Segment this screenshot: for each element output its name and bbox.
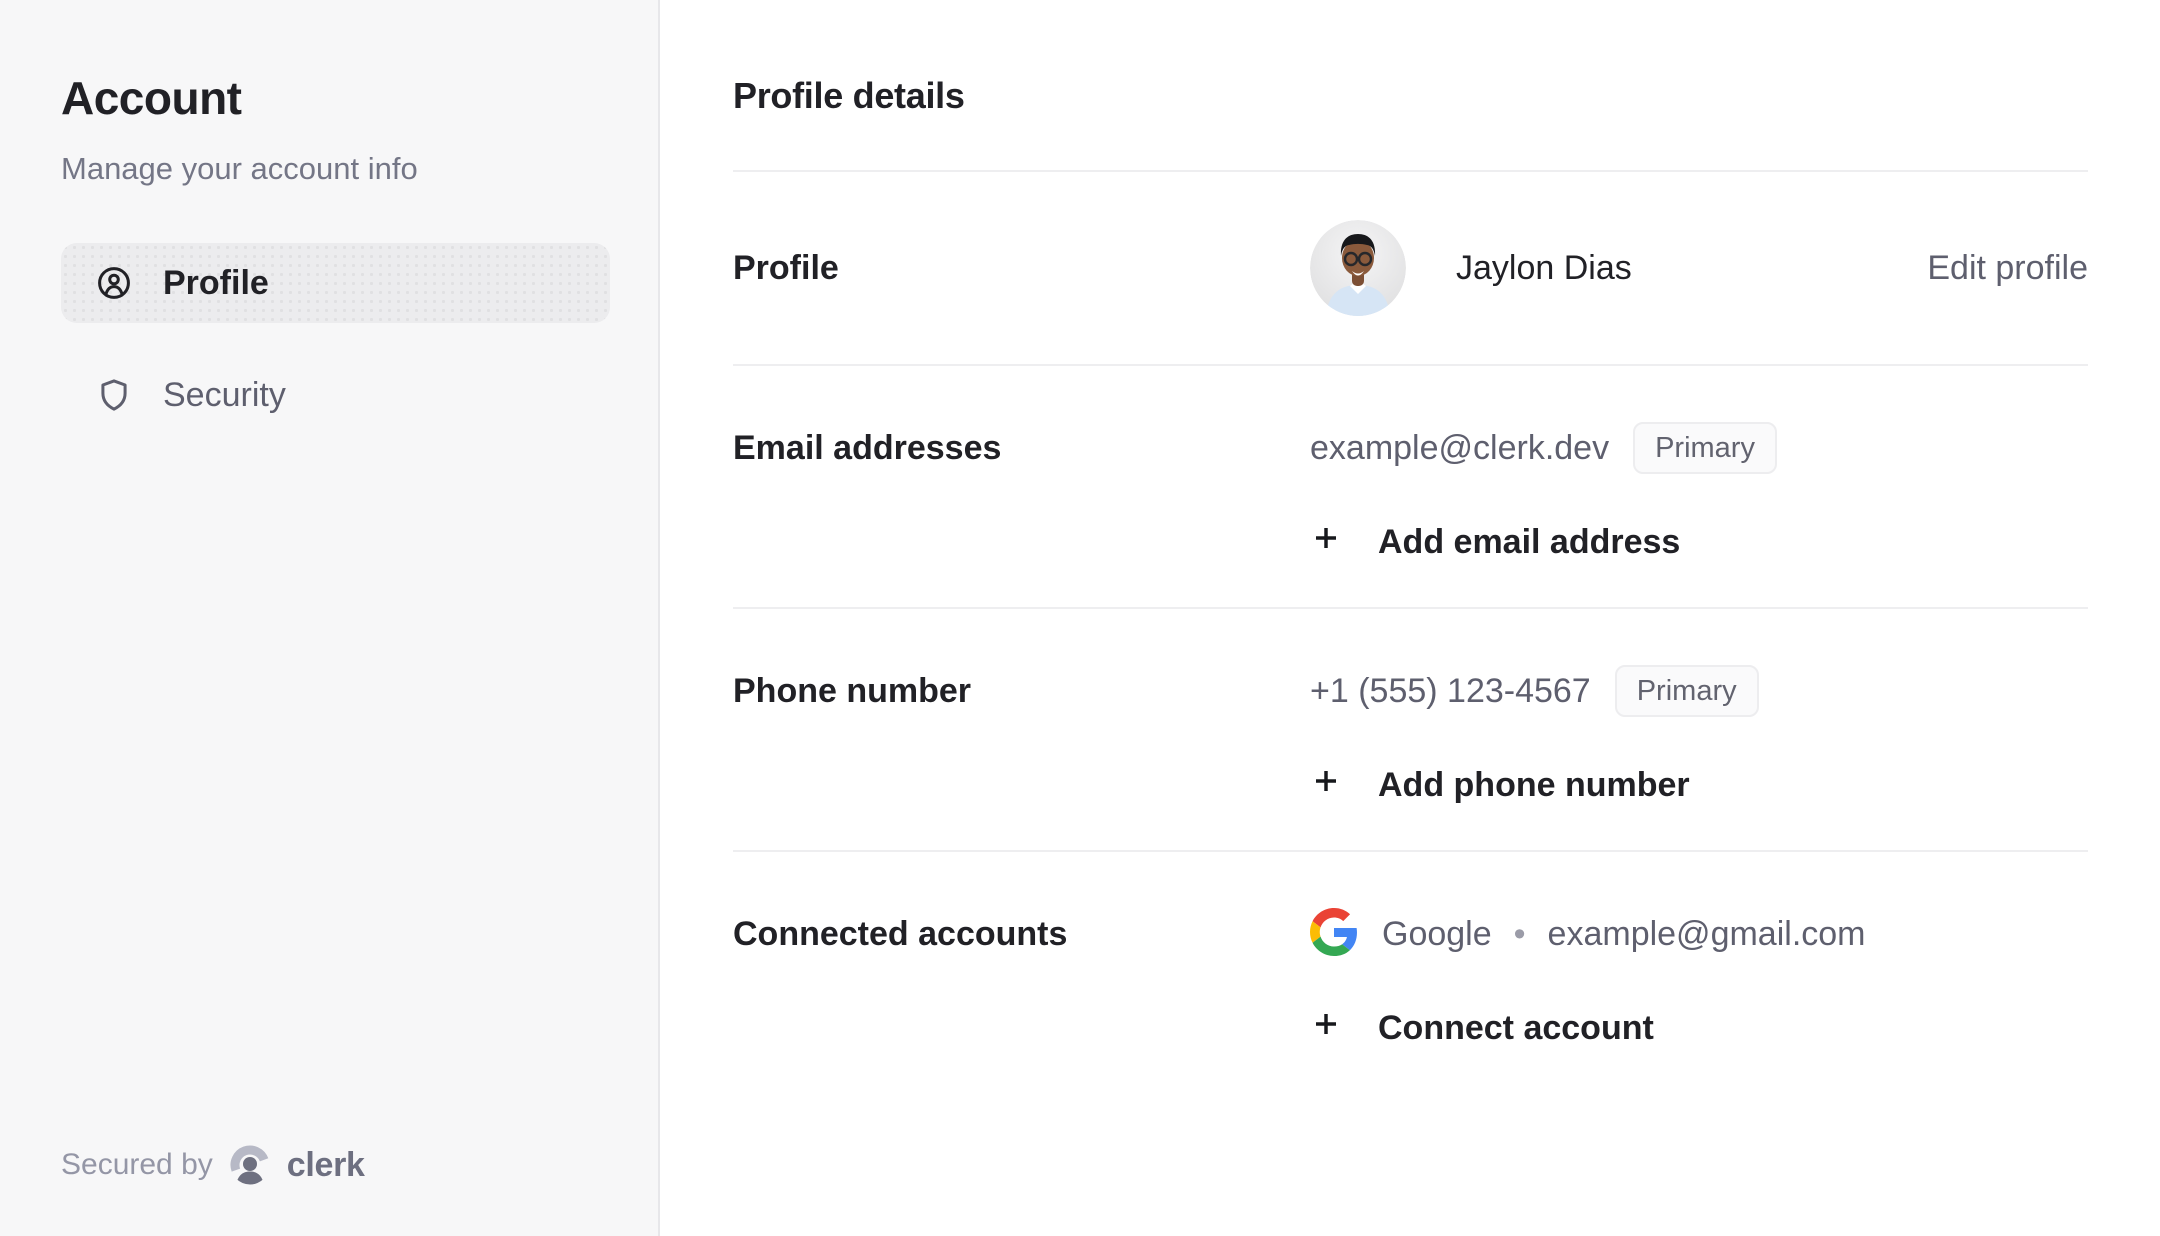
avatar	[1310, 220, 1406, 316]
google-icon	[1310, 908, 1358, 961]
sidebar: Account Manage your account info Profile	[0, 0, 660, 1236]
primary-badge: Primary	[1615, 665, 1759, 717]
connected-email: example@gmail.com	[1548, 915, 1866, 954]
sidebar-title: Account	[61, 72, 610, 125]
add-phone-number-button[interactable]: Add phone number	[1310, 765, 2088, 806]
sidebar-item-label: Profile	[163, 264, 269, 303]
primary-badge: Primary	[1633, 422, 1777, 474]
profile-row-label: Profile	[733, 240, 1310, 296]
connected-account-entry: Google • example@gmail.com	[1310, 906, 2088, 962]
connected-content: Google • example@gmail.com Connect accou…	[1310, 906, 2088, 1049]
phone-value: +1 (555) 123-4567	[1310, 663, 1591, 719]
account-page: Account Manage your account info Profile	[0, 0, 2160, 1236]
add-email-address-label: Add email address	[1378, 523, 1680, 562]
sidebar-nav: Profile Security	[61, 243, 610, 435]
connect-account-button[interactable]: Connect account	[1310, 1008, 2088, 1049]
profile-identity: Jaylon Dias	[1310, 220, 1927, 316]
sidebar-subtitle: Manage your account info	[61, 149, 610, 189]
connected-accounts-row: Connected accounts Google • example@gmai…	[733, 852, 2088, 1093]
secured-by-text: Secured by	[61, 1148, 213, 1182]
shield-icon	[95, 376, 133, 414]
profile-row: Profile	[733, 172, 2088, 366]
profile-name: Jaylon Dias	[1456, 249, 1632, 288]
connect-account-label: Connect account	[1378, 1009, 1654, 1048]
profile-details-panel: Profile details Profile	[660, 0, 2160, 1236]
plus-icon	[1310, 522, 1342, 563]
plus-icon	[1310, 765, 1342, 806]
email-addresses-row: Email addresses example@clerk.dev Primar…	[733, 366, 2088, 609]
edit-profile-button[interactable]: Edit profile	[1927, 249, 2088, 288]
clerk-logomark-icon	[229, 1144, 271, 1186]
secured-by-clerk: Secured by clerk	[61, 1144, 610, 1186]
provider-name: Google	[1382, 915, 1492, 954]
connected-row-label: Connected accounts	[733, 906, 1310, 962]
sidebar-item-security[interactable]: Security	[61, 355, 610, 435]
email-row-label: Email addresses	[733, 420, 1310, 476]
dot-separator: •	[1514, 915, 1526, 954]
plus-icon	[1310, 1008, 1342, 1049]
user-circle-icon	[95, 264, 133, 302]
phone-entry: +1 (555) 123-4567 Primary	[1310, 663, 2088, 719]
add-phone-number-label: Add phone number	[1378, 766, 1690, 805]
add-email-address-button[interactable]: Add email address	[1310, 522, 2088, 563]
sidebar-item-label: Security	[163, 376, 286, 415]
clerk-brand-text: clerk	[287, 1146, 365, 1185]
phone-number-row: Phone number +1 (555) 123-4567 Primary A…	[733, 609, 2088, 852]
email-entry: example@clerk.dev Primary	[1310, 420, 2088, 476]
sidebar-item-profile[interactable]: Profile	[61, 243, 610, 323]
email-content: example@clerk.dev Primary Add email addr…	[1310, 420, 2088, 563]
phone-content: +1 (555) 123-4567 Primary Add phone numb…	[1310, 663, 2088, 806]
page-title: Profile details	[733, 74, 2088, 118]
phone-row-label: Phone number	[733, 663, 1310, 719]
email-value: example@clerk.dev	[1310, 420, 1609, 476]
